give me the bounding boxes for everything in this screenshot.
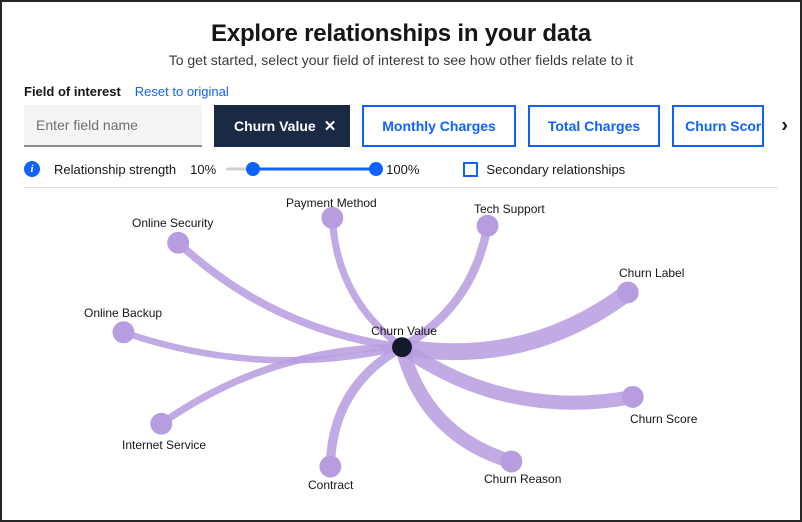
field-of-interest-label: Field of interest	[24, 84, 121, 99]
page-subtitle: To get started, select your field of int…	[24, 52, 778, 68]
checkbox-box-icon	[463, 162, 478, 177]
graph-node-label: Churn Reason	[484, 472, 561, 486]
relationship-strength-label: Relationship strength	[54, 162, 176, 177]
graph-center-node[interactable]	[392, 337, 412, 357]
chip-option[interactable]: Monthly Charges	[362, 105, 516, 147]
graph-node[interactable]	[477, 215, 499, 237]
chip-option[interactable]: Total Charges	[528, 105, 660, 147]
graph-node-label: Churn Score	[630, 412, 697, 426]
strength-slider-group: 10% 100%	[190, 161, 419, 177]
close-icon[interactable]: ✕	[324, 119, 337, 134]
graph-node-label: Online Security	[132, 216, 213, 230]
graph-node[interactable]	[321, 207, 343, 229]
graph-node[interactable]	[617, 282, 639, 304]
graph-node-label: Contract	[308, 478, 353, 492]
relationship-graph[interactable]: Online Security Payment Method Tech Suppor…	[24, 188, 778, 488]
graph-node[interactable]	[500, 451, 522, 473]
strength-slider[interactable]	[226, 161, 376, 177]
graph-node[interactable]	[150, 413, 172, 435]
graph-node-label: Churn Label	[619, 266, 684, 280]
app-frame: Explore relationships in your data To ge…	[0, 0, 802, 522]
graph-edge	[330, 347, 402, 466]
secondary-relationships-checkbox[interactable]: Secondary relationships	[463, 162, 625, 177]
field-chips-row: Churn Value ✕ Monthly Charges Total Char…	[24, 105, 778, 147]
reset-to-original-link[interactable]: Reset to original	[135, 84, 229, 99]
graph-node-label: Internet Service	[122, 438, 206, 452]
slider-thumb-low[interactable]	[246, 162, 260, 176]
graph-node[interactable]	[319, 456, 341, 478]
secondary-relationships-label: Secondary relationships	[486, 162, 625, 177]
chevron-right-icon[interactable]: ›	[777, 111, 792, 142]
slider-thumb-high[interactable]	[369, 162, 383, 176]
info-icon[interactable]: i	[24, 161, 40, 177]
graph-node[interactable]	[622, 386, 644, 408]
slider-min-label: 10%	[190, 162, 216, 177]
graph-center-label: Churn Value	[371, 324, 437, 338]
page-title: Explore relationships in your data	[24, 20, 778, 48]
chip-selected-label: Churn Value	[234, 118, 316, 134]
graph-node[interactable]	[167, 232, 189, 254]
chip-option[interactable]: Churn Score	[672, 105, 764, 147]
graph-edge	[178, 243, 402, 347]
graph-node-label: Payment Method	[286, 196, 377, 210]
slider-max-label: 100%	[386, 162, 419, 177]
graph-node-label: Tech Support	[474, 202, 545, 216]
graph-node[interactable]	[113, 321, 135, 343]
field-of-interest-header: Field of interest Reset to original	[24, 84, 778, 99]
chip-selected[interactable]: Churn Value ✕	[214, 105, 350, 147]
graph-node-label: Online Backup	[84, 306, 162, 320]
controls-row: i Relationship strength 10% 100% Seconda…	[24, 161, 778, 187]
slider-fill	[253, 168, 376, 171]
field-name-input[interactable]	[24, 105, 202, 147]
